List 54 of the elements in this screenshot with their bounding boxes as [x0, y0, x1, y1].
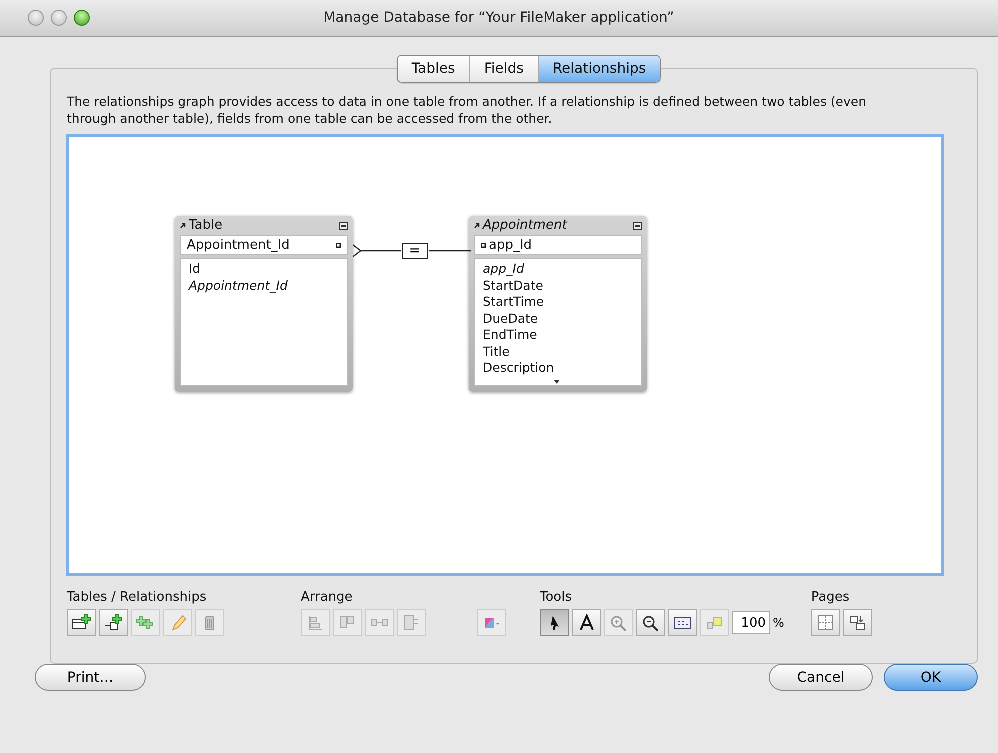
zoom-in-icon [608, 614, 628, 632]
tab[interactable]: Relationships [538, 56, 660, 82]
toolbar-button[interactable] [540, 609, 569, 636]
add-relationship-icon [104, 614, 124, 632]
dialog-button[interactable]: Print… [35, 664, 146, 691]
table-occurrence[interactable]: Appointment app_Id app_Id StartDate StartTime DueDate EndTime Title Description [469, 216, 647, 392]
toolbar-button[interactable] [99, 609, 128, 636]
field-name: Appointment_Id [189, 278, 289, 294]
toolbar-button[interactable] [636, 609, 665, 636]
group-label: Tools [540, 590, 574, 606]
field-name: Description [483, 360, 556, 376]
zoom-field[interactable]: 100 [732, 611, 770, 634]
dialog-button[interactable]: OK [884, 664, 978, 691]
toolbar-button[interactable] [572, 609, 601, 636]
table-name: Table [189, 218, 224, 233]
field-name: StartTime [483, 294, 546, 310]
duplicate-icon [136, 614, 156, 632]
arrow-icon [474, 222, 480, 228]
toolbar-button[interactable] [668, 609, 697, 636]
minimize-button[interactable] [51, 10, 67, 26]
scroll-down-icon[interactable] [551, 379, 563, 385]
field-name: Appointment_Id [187, 238, 291, 252]
add-table-icon [72, 614, 92, 632]
field-name: Id [189, 261, 202, 278]
port-icon [336, 242, 341, 248]
key-field[interactable]: app_Id [474, 235, 642, 255]
zoom-button[interactable] [74, 10, 90, 26]
dialog-button[interactable]: Cancel [769, 664, 873, 691]
key-field[interactable]: Appointment_Id [180, 235, 348, 255]
port-icon [481, 242, 486, 248]
window-title: Manage Database for “Your FileMaker application” [324, 10, 674, 26]
tab[interactable]: Fields [470, 56, 539, 82]
zoom-out-icon [640, 614, 660, 632]
description-text: The relationships graph provides access to data in one table from another. If a relationship is defined between two tables (even through another table), fields from one table can be accessed from the other. [67, 93, 868, 127]
close-button[interactable] [28, 10, 44, 26]
group-label: Pages [811, 590, 851, 606]
field-name: StartDate [483, 278, 544, 294]
field-name: EndTime [483, 327, 538, 344]
field-name: app_Id [483, 261, 526, 278]
page-breaks-icon [816, 614, 836, 632]
toolbar-button[interactable] [843, 609, 872, 636]
arrow-icon [180, 222, 186, 228]
table-occurrence[interactable]: Table Appointment_Id Id Appointment_Id [175, 216, 353, 392]
group-label: Arrange [301, 590, 354, 606]
operator-box[interactable]: = [402, 243, 428, 259]
field-name: app_Id [489, 238, 534, 252]
page-setup-icon [848, 614, 868, 632]
field-name: Title [483, 344, 511, 360]
field-name: DueDate [483, 310, 540, 327]
zoom-unit: % [773, 616, 784, 630]
tab[interactable]: Tables [398, 56, 470, 82]
table-name: Appointment [483, 218, 569, 233]
toolbar-button[interactable] [67, 609, 96, 636]
group-label: Tables / Relationships [67, 590, 208, 606]
